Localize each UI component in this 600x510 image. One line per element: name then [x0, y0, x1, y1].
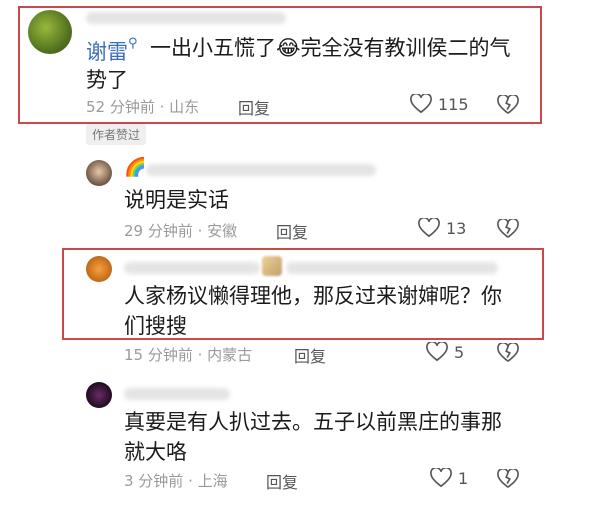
like-button[interactable]: 1 — [430, 468, 468, 488]
heart-icon — [410, 94, 432, 114]
comment-text: 说明是实话 — [124, 188, 229, 212]
broken-heart-icon[interactable] — [497, 95, 519, 115]
like-button[interactable]: 13 — [418, 218, 466, 238]
comment-text: 人家杨议懒得理他，那反过来谢婶呢？你 — [124, 284, 502, 308]
blurred-username — [124, 388, 230, 400]
reply-button[interactable]: 回复 — [266, 469, 298, 493]
heart-icon — [426, 342, 448, 362]
comment-meta: 3 分钟前 · 上海 — [124, 472, 228, 490]
like-count: 115 — [438, 94, 469, 114]
comment-meta: 52 分钟前 · 山东 — [86, 98, 200, 116]
reply-button[interactable]: 回复 — [294, 343, 326, 367]
like-count: 5 — [454, 342, 465, 362]
broken-heart-icon[interactable] — [497, 469, 519, 489]
reply-button[interactable]: 回复 — [276, 219, 308, 243]
avatar[interactable] — [86, 256, 112, 282]
like-count: 1 — [458, 468, 469, 488]
comment-text-line2: 势了 — [86, 68, 128, 92]
heart-icon — [418, 218, 440, 238]
like-count: 13 — [446, 218, 467, 238]
rainbow-emoji: 🌈 — [124, 157, 147, 178]
username[interactable]: 谢雷⚲ — [86, 36, 138, 66]
username-text[interactable]: 谢雷 — [86, 40, 128, 64]
comment-text: 真要是有人扒过去。五子以前黑庄的事那 — [124, 410, 502, 434]
comment-text-line2: 就大咯 — [124, 440, 187, 464]
like-button[interactable]: 115 — [410, 94, 469, 114]
blurred-username — [146, 164, 376, 176]
rainbow-emoji-blurred — [262, 256, 282, 276]
comment-text: 一出小五慌了😂完全没有教训侯二的气 — [150, 36, 511, 60]
heart-icon — [430, 468, 452, 488]
blurred-top-text — [86, 12, 286, 24]
laughing-emoji: 😂 — [276, 36, 301, 60]
broken-heart-icon[interactable] — [497, 219, 519, 239]
comment-meta: 15 分钟前 · 内蒙古 — [124, 346, 253, 364]
search-icon[interactable]: ⚲ — [128, 36, 138, 51]
broken-heart-icon[interactable] — [497, 343, 519, 363]
comment-text-line2: 们搜搜 — [124, 314, 187, 338]
comment-meta: 29 分钟前 · 安徽 — [124, 222, 238, 240]
avatar[interactable] — [86, 382, 112, 408]
avatar[interactable] — [86, 160, 112, 186]
blurred-text — [286, 262, 498, 274]
like-button[interactable]: 5 — [426, 342, 464, 362]
reply-button[interactable]: 回复 — [238, 95, 270, 119]
avatar[interactable] — [28, 10, 72, 54]
author-liked-badge: 作者赞过 — [86, 124, 147, 145]
blurred-username — [124, 262, 260, 274]
